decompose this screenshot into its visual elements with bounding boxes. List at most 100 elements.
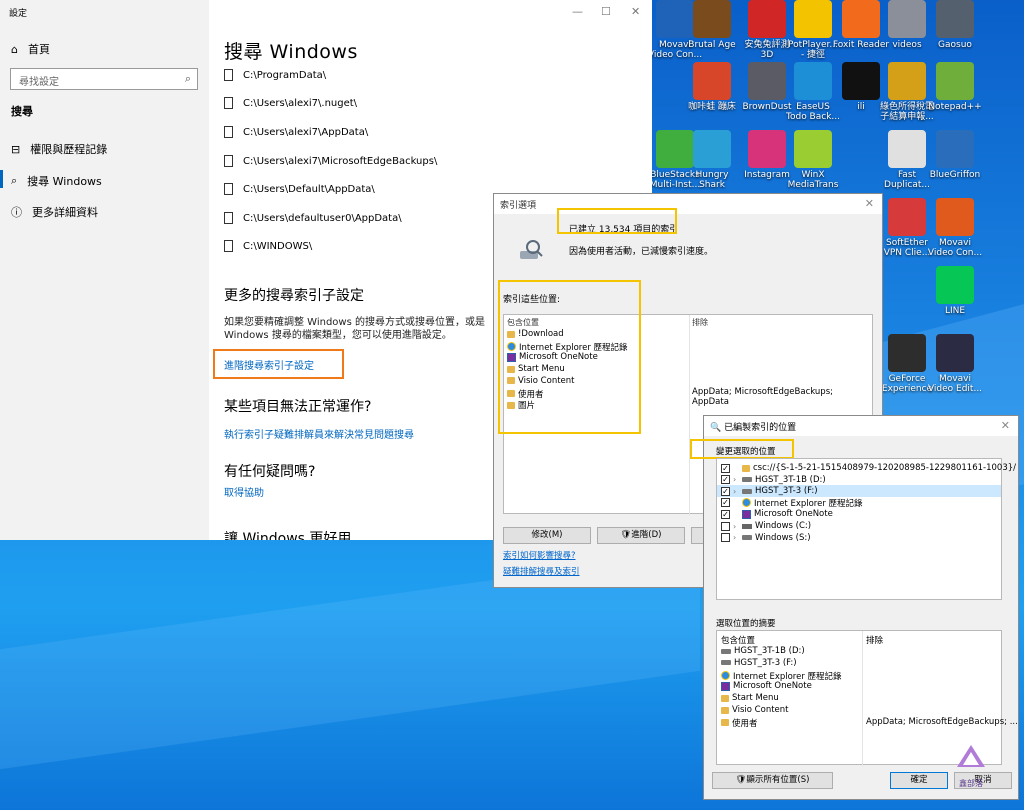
checkbox[interactable]: ✓: [721, 463, 730, 473]
internet-explorer-icon: [721, 671, 730, 681]
antutu-icon: [748, 0, 786, 38]
excluded-path-row[interactable]: C:\Users\defaultuser0\AppData\: [224, 212, 402, 224]
list-item: 使用者: [721, 717, 758, 729]
item-label: Internet Explorer 歷程記錄: [754, 498, 863, 509]
desktop-icon[interactable]: Notepad++: [926, 62, 984, 112]
tree-item[interactable]: ✓ › HGST_3T-3 (F:): [717, 485, 1001, 498]
chevron-right-icon[interactable]: ›: [733, 487, 739, 496]
file-icon: [224, 212, 233, 224]
highlight-box: [498, 280, 641, 434]
desktop-icon[interactable]: Movavi Video Edit...: [926, 334, 984, 394]
game-icon: [693, 62, 731, 100]
geforce-icon: [888, 334, 926, 372]
checkbox[interactable]: ✓: [721, 486, 730, 496]
chevron-right-icon[interactable]: ›: [733, 475, 739, 484]
list-item: Start Menu: [721, 693, 779, 703]
foxit-reader-icon: [842, 0, 880, 38]
tree-item[interactable]: ✓ › HGST_3T-1B (D:): [721, 474, 826, 486]
highlight-box: [690, 439, 794, 459]
file-icon: [224, 69, 233, 81]
item-label: Windows (C:): [755, 521, 812, 531]
search-placeholder: 尋找設定: [19, 77, 59, 88]
indexing-icon: [520, 240, 543, 259]
drive-icon: [742, 477, 752, 483]
desktop-icon[interactable]: Gaosuo: [926, 0, 984, 50]
desktop-icon[interactable]: WinX MediaTrans: [784, 130, 842, 190]
chevron-right-icon[interactable]: ›: [733, 522, 739, 531]
column-header: 排除: [866, 636, 884, 646]
file-icon: [224, 97, 233, 109]
checkbox[interactable]: ✓: [721, 498, 730, 508]
dialog-titlebar: 索引選項 ✕: [494, 194, 882, 214]
minimize-button[interactable]: —: [572, 5, 583, 18]
desktop-icon[interactable]: LINE: [926, 266, 984, 316]
tree-item[interactable]: › Windows (S:): [721, 532, 811, 544]
path-label: C:\ProgramData\: [243, 69, 327, 81]
item-label: csc://{S-1-5-21-1515408979-120208985-122…: [753, 463, 1017, 473]
path-label: C:\Users\Default\AppData\: [243, 183, 375, 195]
close-icon[interactable]: ✕: [865, 197, 874, 210]
troubleshoot-indexing-link[interactable]: 疑難排解搜尋及索引: [503, 565, 580, 577]
tree-item[interactable]: ✓ Internet Explorer 歷程記錄: [721, 497, 863, 509]
desktop-icon-label: Notepad++: [928, 102, 982, 112]
show-all-locations-button[interactable]: 🛡顯示所有位置(S): [712, 772, 833, 789]
hungry-shark-icon: [693, 130, 731, 168]
item-label: 使用者: [732, 718, 758, 729]
advanced-button[interactable]: 🛡進階(D): [597, 527, 685, 544]
tree-item[interactable]: ✓ csc://{S-1-5-21-1515408979-120208985-12…: [721, 462, 1016, 474]
checkbox[interactable]: ✓: [721, 475, 730, 485]
close-icon[interactable]: ✕: [1001, 419, 1010, 432]
ok-button[interactable]: 確定: [890, 772, 948, 789]
nav-home[interactable]: ⌂ 首頁: [11, 41, 50, 57]
folder-icon: [721, 706, 729, 714]
ili-icon: [842, 62, 880, 100]
excluded-path-row[interactable]: C:\WINDOWS\: [224, 240, 312, 252]
improve-windows-heading: 讓 Windows 更好用: [224, 531, 352, 540]
modify-button[interactable]: 修改(M): [503, 527, 591, 544]
desktop-icon[interactable]: Movavi Video Con...: [926, 198, 984, 258]
excluded-path-row[interactable]: C:\Users\Default\AppData\: [224, 183, 375, 195]
sidebar-item-more-details[interactable]: ⓘ 更多詳細資料: [11, 204, 98, 220]
file-icon: [224, 183, 233, 195]
desktop-icon-label: Gaosuo: [938, 40, 972, 50]
tree-item[interactable]: › Windows (C:): [721, 520, 811, 532]
close-button[interactable]: ✕: [631, 5, 640, 18]
get-help-link[interactable]: 取得協助: [224, 484, 264, 499]
desktop-icon[interactable]: BlueGriffon: [926, 130, 984, 180]
file-icon: [224, 240, 233, 252]
desktop-icon-label: Movavi Video Con...: [927, 238, 983, 258]
desktop-icon[interactable]: Brutal Age: [683, 0, 741, 50]
item-label: Internet Explorer 歷程記錄: [733, 671, 842, 682]
dialog-title: 已編製索引的位置: [724, 423, 797, 433]
desktop-icon[interactable]: Hungry Shark: [683, 130, 741, 190]
chevron-right-icon[interactable]: ›: [733, 533, 739, 542]
dialog-title: 索引選項: [500, 201, 537, 211]
troubleshoot-link[interactable]: 執行索引子疑難排解員來解決常見問題搜尋: [224, 426, 414, 441]
info-icon: ⓘ: [11, 206, 22, 219]
desktop-icon[interactable]: 咖咔蛙 蹦床: [683, 62, 741, 112]
file-icon: [224, 155, 233, 167]
desktop-icon-label: Brutal Age: [688, 40, 736, 50]
movavi-editor-icon: [936, 334, 974, 372]
shield-icon: 🛡: [735, 775, 747, 785]
item-label: Start Menu: [732, 693, 779, 704]
desktop-icon-label: WinX MediaTrans: [787, 170, 839, 190]
checkbox[interactable]: [721, 521, 730, 531]
sidebar-item-permissions[interactable]: ⊟ 權限與歷程記錄: [11, 141, 107, 157]
settings-app-title: 設定: [9, 9, 28, 19]
excluded-path-row[interactable]: C:\Users\alexi7\.nuget\: [224, 97, 357, 109]
folder-icon: [721, 694, 729, 702]
checkbox[interactable]: ✓: [721, 509, 730, 519]
maximize-button[interactable]: ☐: [601, 5, 611, 18]
checkbox[interactable]: [721, 533, 730, 543]
sidebar-item-search-windows[interactable]: ⌕ 搜尋 Windows: [0, 170, 102, 189]
excluded-path-row[interactable]: C:\Users\alexi7\MicrosoftEdgeBackups\: [224, 155, 437, 167]
dialog-titlebar: 🔍 已編製索引的位置 ✕: [704, 416, 1018, 436]
sidebar-item-label: 搜尋 Windows: [27, 175, 102, 188]
excluded-path-row[interactable]: C:\Users\alexi7\AppData\: [224, 126, 368, 138]
how-indexing-link[interactable]: 索引如何影響搜尋?: [503, 549, 576, 561]
excluded-path-row[interactable]: C:\ProgramData\: [224, 69, 326, 81]
tree-item[interactable]: ✓ Microsoft OneNote: [721, 508, 833, 520]
folder-icon: [721, 719, 729, 727]
settings-search-input[interactable]: 尋找設定 ⌕: [10, 68, 198, 90]
